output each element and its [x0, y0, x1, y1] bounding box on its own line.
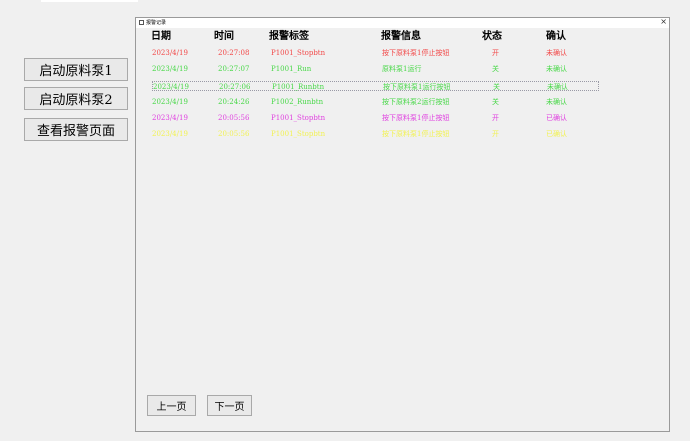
- start-pump1-button[interactable]: 启动原料泵1: [24, 58, 128, 81]
- cell-info: 按下原料泵1停止按钮: [382, 114, 450, 122]
- cell-tag: P1001_Run: [271, 65, 312, 73]
- cell-date: 2023/4/19: [152, 98, 188, 106]
- cell-confirm: 已确认: [546, 130, 567, 138]
- cell-status: 开: [492, 49, 499, 57]
- cell-confirm: 未确认: [546, 98, 567, 106]
- prev-page-button[interactable]: 上一页: [147, 395, 196, 416]
- alarm-record-window: 报警记录 × 日期 时间 报警标签 报警信息 状态 确认 2023/4/19 20…: [135, 17, 670, 432]
- cell-confirm: 未确认: [546, 65, 567, 73]
- cell-tag: P1001_Stopbtn: [271, 114, 326, 122]
- cell-time: 20:05:56: [218, 114, 250, 122]
- start-pump2-button[interactable]: 启动原料泵2: [24, 87, 128, 110]
- cell-time: 20:24:26: [218, 98, 250, 106]
- cell-status: 开: [492, 130, 499, 138]
- cell-info: 按下原料泵1停止按钮: [382, 130, 450, 138]
- cell-date: 2023/4/19: [152, 65, 188, 73]
- table-row[interactable]: 2023/4/19 20:24:26 P1002_Runbtn 按下原料泵2运行按钮 关…: [136, 97, 669, 107]
- cell-time: 20:27:08: [218, 49, 250, 57]
- window-titlebar: 报警记录 ×: [136, 17, 669, 28]
- table-row[interactable]: 2023/4/19 20:27:06 P1001_Runbtn 按下原料泵1运行按钮 关…: [152, 81, 599, 91]
- cell-info: 按下原料泵1停止按钮: [382, 49, 450, 57]
- next-page-button[interactable]: 下一页: [207, 395, 252, 416]
- cell-info: 原料泵1运行: [382, 65, 422, 73]
- header-status: 状态: [482, 31, 502, 42]
- header-tag: 报警标签: [269, 31, 309, 42]
- header-date: 日期: [151, 31, 171, 42]
- cell-date: 2023/4/19: [152, 114, 188, 122]
- cell-status: 关: [493, 83, 500, 91]
- cell-time: 20:05:56: [218, 130, 250, 138]
- cell-status: 关: [492, 65, 499, 73]
- table-row[interactable]: 2023/4/19 20:05:56 P1001_Stopbtn 按下原料泵1停止按钮…: [136, 129, 669, 139]
- cell-date: 2023/4/19: [152, 130, 188, 138]
- cell-tag: P1001_Runbtn: [272, 83, 325, 91]
- table-row[interactable]: 2023/4/19 20:05:56 P1001_Stopbtn 按下原料泵1停止按钮…: [136, 113, 669, 123]
- cell-date: 2023/4/19: [153, 83, 189, 91]
- header-confirm: 确认: [546, 31, 566, 42]
- cell-date: 2023/4/19: [152, 49, 188, 57]
- window-title: 报警记录: [146, 20, 167, 26]
- table-row[interactable]: 2023/4/19 20:27:07 P1001_Run 原料泵1运行 关 未确认: [136, 64, 669, 74]
- close-icon[interactable]: ×: [660, 17, 667, 27]
- view-alarms-button[interactable]: 查看报警页面: [24, 118, 128, 141]
- cell-info: 按下原料泵2运行按钮: [382, 98, 450, 106]
- cell-time: 20:27:07: [218, 65, 250, 73]
- cell-tag: P1001_Stopbtn: [271, 49, 326, 57]
- cell-tag: P1001_Stopbtn: [271, 130, 326, 138]
- cell-time: 20:27:06: [219, 83, 251, 91]
- cell-confirm: 未确认: [546, 49, 567, 57]
- cell-status: 关: [492, 98, 499, 106]
- window-icon: [139, 20, 144, 25]
- cell-info: 按下原料泵1运行按钮: [383, 83, 451, 91]
- cell-status: 开: [492, 114, 499, 122]
- cell-tag: P1002_Runbtn: [271, 98, 324, 106]
- top-strip: [41, 0, 138, 2]
- table-row[interactable]: 2023/4/19 20:27:08 P1001_Stopbtn 按下原料泵1停止按钮…: [136, 48, 669, 58]
- header-info: 报警信息: [381, 31, 421, 42]
- cell-confirm: 未确认: [547, 83, 568, 91]
- header-time: 时间: [214, 31, 234, 42]
- cell-confirm: 已确认: [546, 114, 567, 122]
